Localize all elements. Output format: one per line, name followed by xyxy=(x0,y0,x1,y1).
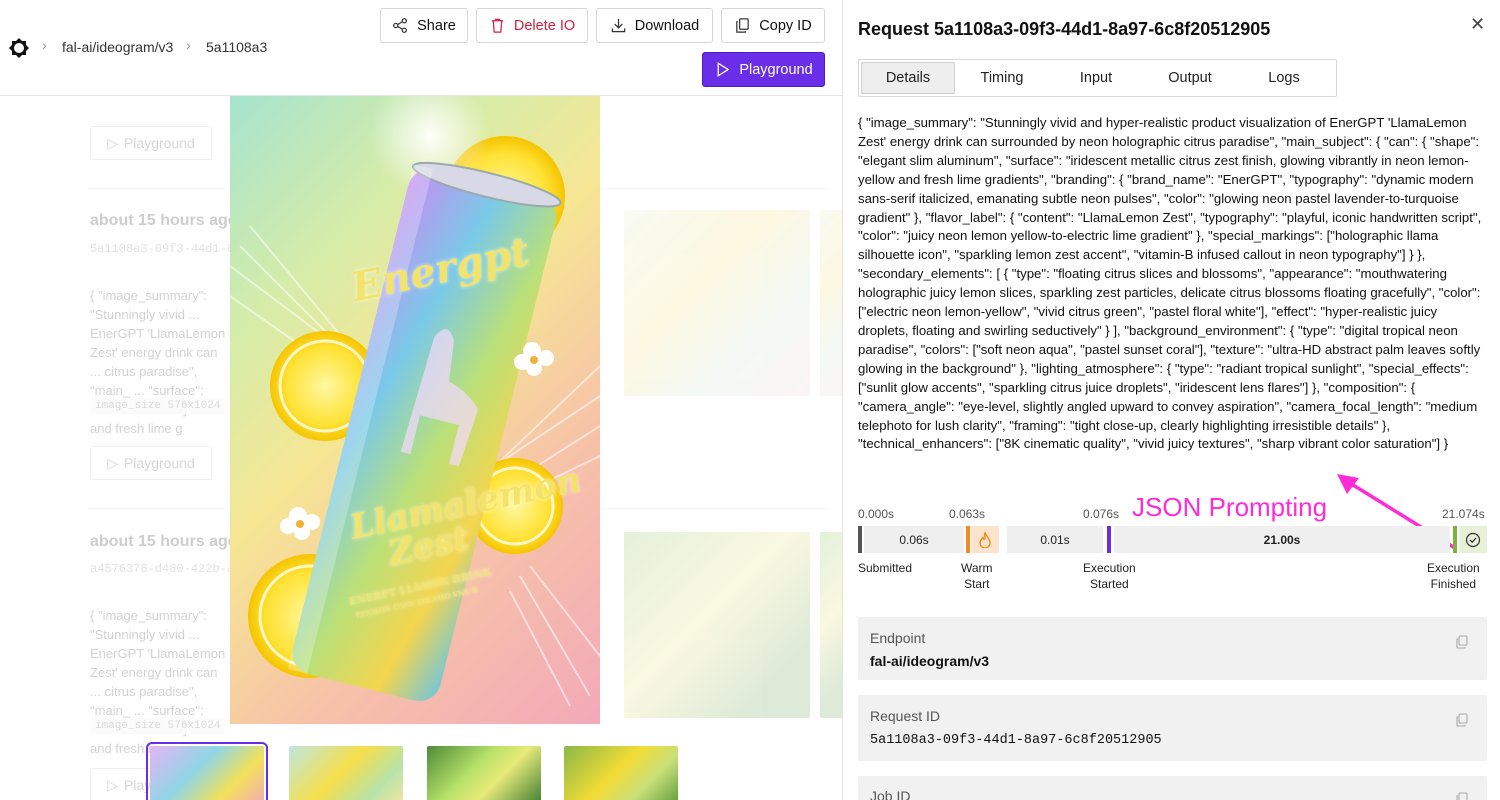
copy-icon[interactable] xyxy=(1455,635,1469,649)
request-id[interactable]: 5a1108a3-09f3-44d1-8 xyxy=(90,242,234,256)
play-icon: ▷ xyxy=(107,454,118,471)
warm-start-caption: Warm Start xyxy=(961,560,993,592)
tab-logs[interactable]: Logs xyxy=(1237,62,1331,94)
flame-icon xyxy=(979,531,991,548)
warm-start-marker xyxy=(966,526,970,553)
request-time: about 15 hours ago xyxy=(90,212,238,229)
request-id[interactable]: a4576378-d480-422b-a xyxy=(90,562,234,576)
result-thumbnail[interactable] xyxy=(624,210,810,396)
request-title: Request 5a1108a3-09f3-44d1-8a97-6c8f2051… xyxy=(858,19,1271,39)
timeline-tick: 0.000s xyxy=(858,507,895,521)
request-id-card: Request ID 5a1108a3-09f3-44d1-8a97-6c8f2… xyxy=(858,695,1487,761)
chevron-right-icon: › xyxy=(186,37,191,53)
share-label: Share xyxy=(417,17,456,34)
output-thumbnail[interactable] xyxy=(564,746,678,800)
result-thumbnail[interactable] xyxy=(624,532,810,718)
share-icon xyxy=(393,18,408,33)
submitted-marker xyxy=(858,526,862,553)
endpoint-value[interactable]: fal-ai/ideogram/v3 xyxy=(870,653,989,669)
caption-text: Finished xyxy=(1430,577,1477,591)
caption-text: Warm xyxy=(961,561,993,575)
breadcrumb-model[interactable]: fal-ai/ideogram/v3 xyxy=(62,39,173,55)
tab-input[interactable]: Input xyxy=(1049,62,1143,94)
tab-details[interactable]: Details xyxy=(861,62,955,94)
play-icon: ▷ xyxy=(107,776,118,793)
play-icon xyxy=(717,62,730,77)
image-size-tag: image_size 576x1024 xyxy=(90,718,226,734)
playground-label: Playground xyxy=(739,61,813,78)
copy-id-label: Copy ID xyxy=(759,17,812,34)
playground-button[interactable]: ▷ Playground xyxy=(90,446,212,480)
submitted-caption: Submitted xyxy=(858,560,912,576)
energy-drink-can-image xyxy=(230,96,600,707)
prompt-json-text: { "image_summary": "Stunningly vivid and… xyxy=(858,115,1482,452)
job-id-label: Job ID xyxy=(870,788,911,800)
app-root: ▷ Playground about 15 hours ago 5a1108a3-… xyxy=(0,0,1500,800)
delete-label: Delete IO xyxy=(513,17,576,34)
fal-logo-icon[interactable] xyxy=(8,37,30,59)
chevron-right-icon: › xyxy=(42,37,47,53)
timeline-tick: 0.063s xyxy=(949,507,986,521)
copy-icon[interactable] xyxy=(1455,792,1469,800)
download-icon xyxy=(611,18,626,33)
warm-segment: 0.01s xyxy=(1007,526,1103,553)
output-thumbnail[interactable] xyxy=(146,742,268,800)
left-pane: ▷ Playground about 15 hours ago 5a1108a3-… xyxy=(0,0,842,800)
timeline-tick: 0.076s xyxy=(1083,507,1120,521)
job-id-card: Job ID xyxy=(858,776,1487,800)
execution-segment: 21.00s xyxy=(1114,526,1450,553)
request-id-label: Request ID xyxy=(870,708,941,724)
breadcrumb-request[interactable]: 5a1108a3 xyxy=(206,39,267,55)
download-label: Download xyxy=(634,17,700,34)
copy-id-button[interactable]: Copy ID xyxy=(721,8,825,43)
endpoint-label: Endpoint xyxy=(870,630,926,646)
detail-tabs: Details Timing Input Output Logs xyxy=(858,59,1337,97)
playground-label: Playground xyxy=(123,135,195,151)
caption-text: Started xyxy=(1090,577,1129,591)
request-prompt: { "image_summary": "Stunningly vivid ...… xyxy=(90,608,226,756)
image-size-tag: image_size 576x1024 xyxy=(90,398,226,414)
tab-timing[interactable]: Timing xyxy=(955,62,1049,94)
tab-output[interactable]: Output xyxy=(1143,62,1237,94)
output-thumbnail[interactable] xyxy=(289,746,403,800)
request-detail-panel: Request 5a1108a3-09f3-44d1-8a97-6c8f2051… xyxy=(842,0,1500,800)
trash-icon xyxy=(491,18,504,33)
playground-button[interactable]: ▷ Playground xyxy=(90,126,212,160)
execution-finished-caption: Execution Finished xyxy=(1427,560,1480,592)
request-id-value[interactable]: 5a1108a3-09f3-44d1-8a97-6c8f20512905 xyxy=(870,733,1162,748)
output-thumbnail[interactable] xyxy=(427,746,541,800)
check-circle-icon xyxy=(1465,532,1481,547)
generated-image-preview[interactable]: Energpt Llamalemon Zest ENERPT LLAMON BR… xyxy=(230,96,600,724)
play-icon: ▷ xyxy=(107,134,118,151)
playground-primary-button[interactable]: Playground xyxy=(702,52,825,87)
annotation-label: JSON Prompting xyxy=(1132,492,1328,522)
finished-marker xyxy=(1453,526,1457,553)
caption-text: Execution xyxy=(1427,561,1480,575)
queue-segment: 0.06s xyxy=(864,526,964,553)
top-bar: › fal-ai/ideogram/v3 › 5a1108a3 Share De… xyxy=(0,0,842,96)
copy-icon[interactable] xyxy=(1455,713,1469,727)
timing-bar: 0.06s 0.01s 21.00s xyxy=(858,526,1488,553)
request-prompt: { "image_summary": "Stunningly vivid ...… xyxy=(90,288,226,436)
caption-text: Start xyxy=(964,577,990,591)
close-icon[interactable]: ✕ xyxy=(1470,14,1485,35)
execution-started-caption: Execution Started xyxy=(1083,560,1136,592)
delete-button[interactable]: Delete IO xyxy=(476,8,588,43)
execution-start-marker xyxy=(1107,526,1111,553)
caption-text: Execution xyxy=(1083,561,1136,575)
warm-start-segment xyxy=(971,526,999,553)
caption-text: Submitted xyxy=(858,561,913,575)
endpoint-card: Endpoint fal-ai/ideogram/v3 xyxy=(858,617,1487,680)
download-button[interactable]: Download xyxy=(596,8,713,43)
share-button[interactable]: Share xyxy=(380,8,468,43)
result-thumbnail[interactable] xyxy=(820,532,842,718)
request-time: about 15 hours ago xyxy=(90,533,238,550)
finished-segment xyxy=(1459,526,1487,553)
result-thumbnail[interactable] xyxy=(820,210,842,396)
copy-icon xyxy=(736,18,750,33)
playground-label: Playground xyxy=(123,455,195,471)
